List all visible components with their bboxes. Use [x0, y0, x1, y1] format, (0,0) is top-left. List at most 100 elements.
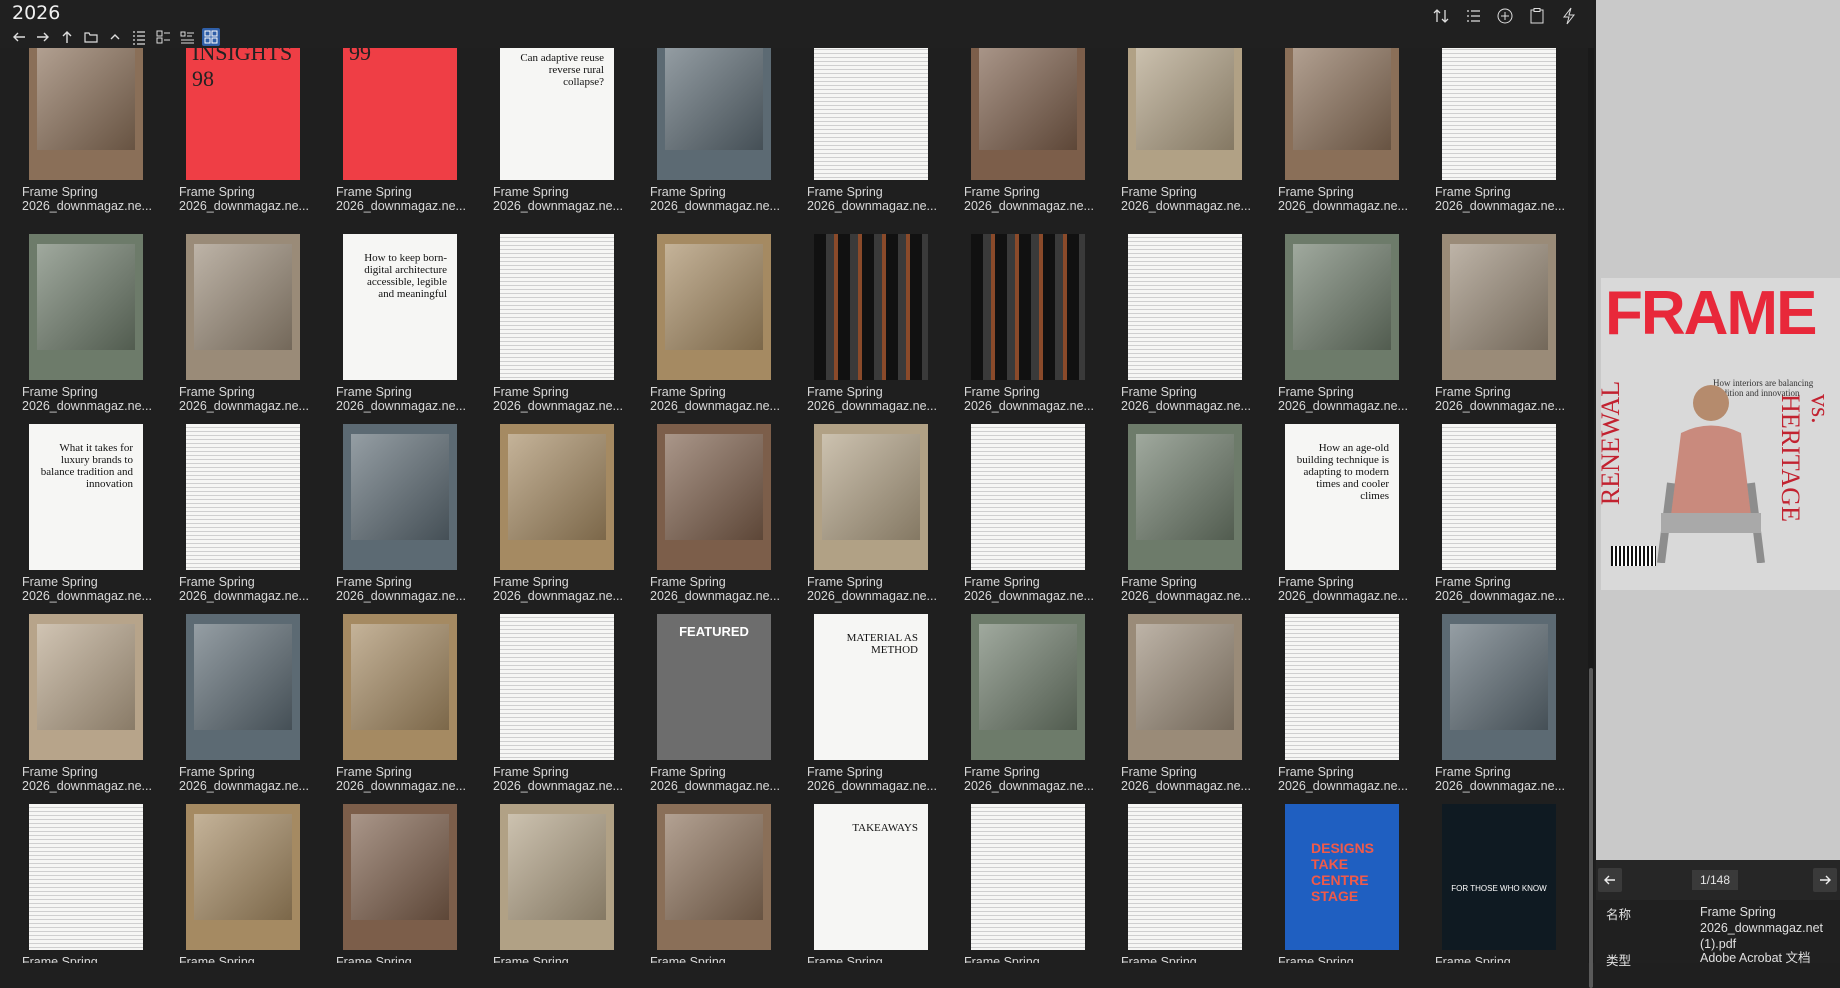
- add-circle-icon[interactable]: [1494, 5, 1516, 27]
- next-page-button[interactable]: [1813, 868, 1837, 892]
- file-item[interactable]: 99 Frame Spring 2026_downmagaz.ne...: [332, 48, 482, 238]
- file-item[interactable]: Frame Spring2026_downmagaz.ne...: [18, 234, 168, 428]
- file-thumbnail[interactable]: [343, 614, 457, 760]
- file-thumbnail[interactable]: TAKEAWAYS: [814, 804, 928, 950]
- file-thumbnail[interactable]: [343, 804, 457, 950]
- file-thumbnail[interactable]: [1128, 614, 1242, 760]
- file-item[interactable]: Frame Spring2026_downmagaz.ne...: [803, 424, 953, 618]
- file-thumbnail[interactable]: [29, 48, 143, 180]
- file-item[interactable]: INSIGHTS 98 Frame Spring 2026_downmagaz.ne…: [175, 48, 325, 238]
- file-thumbnail[interactable]: [971, 48, 1085, 180]
- file-item[interactable]: Frame Spring2026_downmagaz.ne...: [489, 804, 639, 963]
- file-item[interactable]: Frame Spring2026_downmagaz.ne...: [1274, 614, 1424, 808]
- file-thumbnail[interactable]: [971, 234, 1085, 380]
- file-item[interactable]: Frame Spring2026_downmagaz.ne...: [18, 614, 168, 808]
- file-thumbnail[interactable]: [500, 614, 614, 760]
- sort-icon[interactable]: [1430, 5, 1452, 27]
- arrow-left-icon[interactable]: [10, 28, 28, 46]
- file-thumbnail[interactable]: FOR THOSE WHO KNOW: [1442, 804, 1556, 950]
- file-thumbnail[interactable]: [186, 424, 300, 570]
- file-item[interactable]: Frame Spring2026_downmagaz.ne...: [489, 424, 639, 618]
- file-thumbnail[interactable]: [814, 48, 928, 180]
- file-thumbnail[interactable]: [29, 804, 143, 950]
- file-item[interactable]: Frame Spring2026_downmagaz.ne...: [175, 804, 325, 963]
- file-item[interactable]: Frame Spring2026_downmagaz.ne...: [1117, 804, 1267, 963]
- file-item[interactable]: Can adaptive reuse reverse rural collaps…: [489, 48, 639, 238]
- file-item[interactable]: Frame Spring2026_downmagaz.ne...: [1117, 48, 1267, 238]
- file-thumbnail[interactable]: [343, 424, 457, 570]
- chevron-up-icon[interactable]: [106, 28, 124, 46]
- file-thumbnail[interactable]: [500, 424, 614, 570]
- scrollbar[interactable]: [1588, 48, 1594, 988]
- file-thumbnail[interactable]: [971, 424, 1085, 570]
- file-thumbnail[interactable]: [657, 424, 771, 570]
- file-thumbnail[interactable]: FEATURED: [657, 614, 771, 760]
- folder-icon[interactable]: [82, 28, 100, 46]
- file-item[interactable]: Frame Spring2026_downmagaz.ne...: [18, 48, 168, 238]
- file-thumbnail[interactable]: [657, 48, 771, 180]
- file-item[interactable]: TAKEAWAYSFrame Spring2026_downmagaz.ne..…: [803, 804, 953, 963]
- file-thumbnail[interactable]: [186, 614, 300, 760]
- file-item[interactable]: Frame Spring2026_downmagaz.ne...: [1431, 234, 1581, 428]
- file-thumbnail[interactable]: [29, 234, 143, 380]
- file-item[interactable]: Frame Spring2026_downmagaz.ne...: [960, 614, 1110, 808]
- scrollbar-thumb[interactable]: [1589, 668, 1593, 988]
- file-thumbnail[interactable]: How to keep born-digital architecture ac…: [343, 234, 457, 380]
- file-item[interactable]: FEATURED Frame Spring 2026_downmagaz.ne...: [646, 614, 796, 808]
- file-thumbnail[interactable]: [1442, 614, 1556, 760]
- file-thumbnail[interactable]: [500, 234, 614, 380]
- file-thumbnail[interactable]: [500, 804, 614, 950]
- file-thumbnail[interactable]: [1442, 234, 1556, 380]
- file-thumbnail[interactable]: [971, 804, 1085, 950]
- file-item[interactable]: Frame Spring2026_downmagaz.ne...: [960, 804, 1110, 963]
- detail-view-icon[interactable]: [154, 28, 172, 46]
- file-thumbnail[interactable]: What it takes for luxury brands to balan…: [29, 424, 143, 570]
- file-item[interactable]: Frame Spring2026_downmagaz.ne...: [1117, 614, 1267, 808]
- file-item[interactable]: What it takes for luxury brands to balan…: [18, 424, 168, 618]
- file-item[interactable]: Frame Spring2026_downmagaz.ne...: [1274, 234, 1424, 428]
- file-item[interactable]: How to keep born-digital architecture ac…: [332, 234, 482, 428]
- file-item[interactable]: Frame Spring2026_downmagaz.ne...: [960, 234, 1110, 428]
- arrow-right-icon[interactable]: [34, 28, 52, 46]
- file-thumbnail[interactable]: How an age-old building technique is ada…: [1285, 424, 1399, 570]
- file-item[interactable]: Frame Spring2026_downmagaz.ne...: [1431, 424, 1581, 618]
- file-item[interactable]: Frame Spring2026_downmagaz.ne...: [489, 234, 639, 428]
- file-thumbnail[interactable]: [814, 424, 928, 570]
- file-thumbnail[interactable]: MATERIAL AS METHOD: [814, 614, 928, 760]
- file-item[interactable]: How an age-old building technique is ada…: [1274, 424, 1424, 618]
- file-thumbnail[interactable]: [657, 234, 771, 380]
- file-thumbnail[interactable]: [1128, 424, 1242, 570]
- file-item[interactable]: MATERIAL AS METHOD Frame Spring 2026_downm…: [803, 614, 953, 808]
- arrow-up-icon[interactable]: [58, 28, 76, 46]
- file-item[interactable]: Frame Spring2026_downmagaz.ne...: [960, 48, 1110, 238]
- file-item[interactable]: Frame Spring2026_downmagaz.ne...: [175, 424, 325, 618]
- file-thumbnail[interactable]: INSIGHTS 98: [186, 48, 300, 180]
- file-item[interactable]: Frame Spring2026_downmagaz.ne...: [175, 234, 325, 428]
- file-item[interactable]: Frame Spring2026_downmagaz.ne...: [332, 614, 482, 808]
- file-item[interactable]: Frame Spring2026_downmagaz.ne...: [646, 804, 796, 963]
- clipboard-icon[interactable]: [1526, 5, 1548, 27]
- file-thumbnail[interactable]: [1442, 48, 1556, 180]
- file-item[interactable]: Frame Spring2026_downmagaz.ne...: [175, 614, 325, 808]
- file-thumbnail[interactable]: DESIGNS TAKE CENTRE STAGE: [1285, 804, 1399, 950]
- file-item[interactable]: Frame Spring2026_downmagaz.ne...: [646, 48, 796, 238]
- file-item[interactable]: Frame Spring2026_downmagaz.ne...: [1431, 48, 1581, 238]
- file-thumbnail[interactable]: [29, 614, 143, 760]
- file-thumbnail[interactable]: [814, 234, 928, 380]
- file-item[interactable]: Frame Spring2026_downmagaz.ne...: [332, 424, 482, 618]
- file-thumbnail[interactable]: Can adaptive reuse reverse rural collaps…: [500, 48, 614, 180]
- file-thumbnail[interactable]: [657, 804, 771, 950]
- file-thumbnail[interactable]: [1442, 424, 1556, 570]
- file-thumbnail[interactable]: [1128, 234, 1242, 380]
- file-thumbnail[interactable]: [186, 804, 300, 950]
- file-thumbnail[interactable]: [971, 614, 1085, 760]
- file-thumbnail[interactable]: [1285, 614, 1399, 760]
- compact-view-icon[interactable]: [178, 28, 196, 46]
- file-item[interactable]: Frame Spring2026_downmagaz.ne...: [1274, 48, 1424, 238]
- file-item[interactable]: FOR THOSE WHO KNOWFrame Spring2026_downm…: [1431, 804, 1581, 963]
- prev-page-button[interactable]: [1598, 868, 1622, 892]
- file-thumbnail[interactable]: [1128, 804, 1242, 950]
- file-thumbnail[interactable]: [1285, 234, 1399, 380]
- file-item[interactable]: Frame Spring2026_downmagaz.ne...: [489, 614, 639, 808]
- file-thumbnail[interactable]: [1285, 48, 1399, 180]
